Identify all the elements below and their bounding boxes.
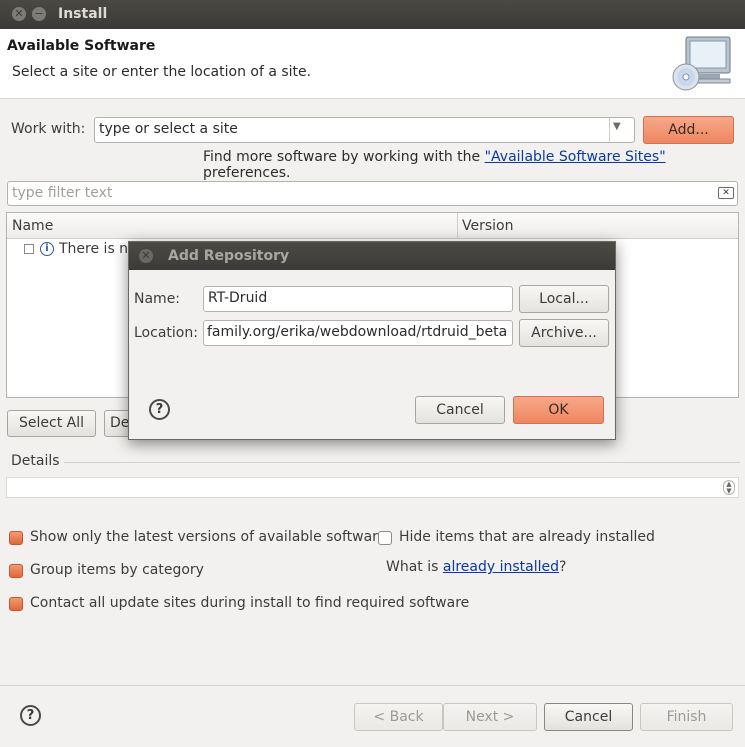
column-name[interactable]: Name: [12, 218, 53, 234]
contact-sites-checkbox[interactable]: [9, 597, 23, 611]
dialog-help-icon[interactable]: ?: [149, 399, 170, 420]
clear-filter-icon[interactable]: ✕: [718, 187, 734, 199]
close-window-icon[interactable]: ✕: [12, 7, 26, 21]
what-is-suffix: ?: [559, 559, 567, 575]
available-software-sites-link[interactable]: "Available Software Sites": [485, 149, 666, 165]
group-by-category-label: Group items by category: [30, 562, 204, 578]
dialog-title: Add Repository: [168, 248, 290, 264]
hide-installed-label: Hide items that are already installed: [399, 529, 655, 545]
info-icon: i: [40, 242, 54, 256]
dialog-close-icon[interactable]: ✕: [139, 249, 153, 263]
details-text-area[interactable]: ▲ ▼: [6, 477, 739, 498]
details-label: Details: [11, 453, 60, 469]
show-latest-label: Show only the latest versions of availab…: [30, 529, 387, 545]
details-separator: [64, 462, 740, 463]
find-more-text: Find more software by working with the "…: [203, 149, 745, 181]
work-with-combo[interactable]: type or select a site ▼: [94, 117, 635, 143]
finish-button[interactable]: Finish: [640, 703, 733, 731]
name-input[interactable]: RT-Druid: [203, 286, 513, 312]
column-version[interactable]: Version: [462, 218, 513, 234]
local-button[interactable]: Local...: [519, 285, 609, 313]
page-title: Available Software: [7, 38, 156, 54]
work-with-label: Work with:: [11, 121, 86, 137]
filter-placeholder: type filter text: [12, 185, 113, 201]
already-installed-link[interactable]: already installed: [443, 559, 559, 575]
window-title-bar: ✕ − Install: [0, 0, 745, 29]
find-more-suffix: preferences.: [203, 165, 291, 181]
what-is-installed-text: What is already installed?: [386, 559, 566, 575]
work-with-value: type or select a site: [99, 121, 238, 137]
table-row-name: There is no: [59, 241, 137, 257]
minimize-window-icon[interactable]: −: [32, 7, 46, 21]
next-button[interactable]: Next >: [443, 703, 537, 731]
add-button[interactable]: Add...: [643, 116, 734, 144]
filter-input[interactable]: type filter text ✕: [7, 181, 738, 206]
add-repository-dialog: ✕ Add Repository Name: RT-Druid Local...…: [128, 241, 616, 440]
scroll-arrows-icon[interactable]: ▲ ▼: [723, 480, 735, 495]
combo-divider: [609, 118, 610, 142]
footer-separator: [0, 685, 745, 686]
location-input[interactable]: family.org/erika/webdownload/rtdruid_bet…: [203, 320, 513, 346]
chevron-down-icon[interactable]: ▼: [613, 121, 621, 132]
help-icon[interactable]: ?: [20, 705, 41, 726]
archive-button[interactable]: Archive...: [519, 319, 609, 347]
dialog-ok-button[interactable]: OK: [513, 396, 604, 424]
contact-sites-label: Contact all update sites during install …: [30, 595, 470, 611]
show-latest-checkbox[interactable]: [9, 531, 23, 545]
monitor-cd-icon: [672, 36, 731, 91]
location-value: family.org/erika/webdownload/rtdruid_bet…: [207, 324, 508, 340]
row-checkbox[interactable]: [24, 244, 34, 254]
page-subtitle: Select a site or enter the location of a…: [12, 64, 312, 80]
header-banner: Available Software Select a site or ente…: [0, 29, 745, 99]
dialog-title-bar: ✕ Add Repository: [129, 242, 615, 270]
table-header: Name Version: [7, 213, 738, 239]
window-title: Install: [58, 6, 108, 22]
group-by-category-checkbox[interactable]: [9, 564, 23, 578]
name-value: RT-Druid: [208, 290, 268, 306]
name-label: Name:: [134, 291, 181, 307]
back-button[interactable]: < Back: [354, 703, 443, 731]
dialog-cancel-button[interactable]: Cancel: [415, 396, 505, 424]
cancel-button[interactable]: Cancel: [544, 703, 633, 731]
what-is-prefix: What is: [386, 559, 443, 575]
find-more-prefix: Find more software by working with the: [203, 149, 485, 165]
location-label: Location:: [134, 325, 198, 341]
column-divider[interactable]: [457, 213, 458, 239]
hide-installed-checkbox[interactable]: [378, 531, 392, 545]
select-all-button[interactable]: Select All: [7, 410, 96, 437]
